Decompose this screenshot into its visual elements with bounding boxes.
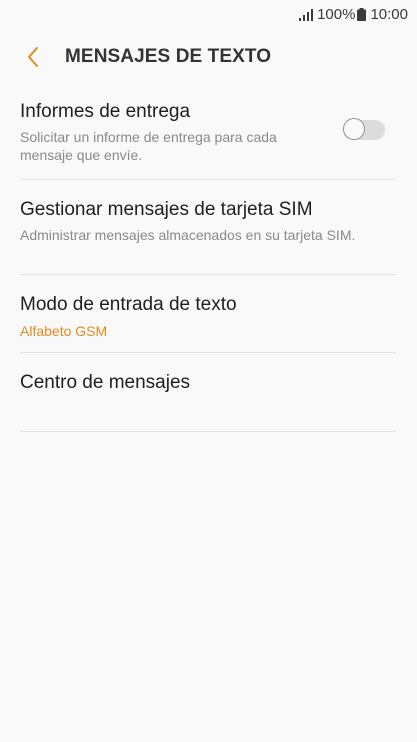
chevron-left-icon: [28, 47, 38, 67]
setting-delivery-reports[interactable]: Informes de entrega Solicitar un informe…: [20, 84, 396, 180]
status-bar: 100% 10:00: [0, 0, 417, 30]
setting-description: Solicitar un informe de entrega para cad…: [20, 129, 277, 163]
settings-list: Informes de entrega Solicitar un informe…: [20, 84, 396, 432]
setting-value: Alfabeto GSM: [20, 323, 108, 339]
setting-description: Administrar mensajes almacenados en su t…: [20, 227, 356, 243]
setting-input-mode[interactable]: Modo de entrada de texto Alfabeto GSM: [20, 275, 396, 353]
delivery-reports-toggle[interactable]: [343, 118, 385, 142]
battery-icon: [357, 8, 367, 21]
status-indicators: 100% 10:00: [299, 6, 408, 23]
app-header: MENSAJES DE TEXTO: [0, 30, 417, 84]
setting-title: Gestionar mensajes de tarjeta SIM: [20, 199, 313, 220]
setting-title: Informes de entrega: [20, 101, 191, 122]
page-title: MENSAJES DE TEXTO: [65, 46, 272, 67]
setting-title: Centro de mensajes: [20, 372, 191, 393]
setting-sim-messages[interactable]: Gestionar mensajes de tarjeta SIM Admini…: [20, 180, 396, 275]
signal-icon: [299, 8, 314, 21]
setting-message-center[interactable]: Centro de mensajes: [20, 353, 396, 432]
toggle-knob: [343, 118, 365, 140]
clock: 10:00: [370, 6, 408, 23]
battery-percent: 100%: [317, 6, 356, 23]
back-button[interactable]: [18, 42, 48, 72]
setting-title: Modo de entrada de texto: [20, 294, 237, 315]
